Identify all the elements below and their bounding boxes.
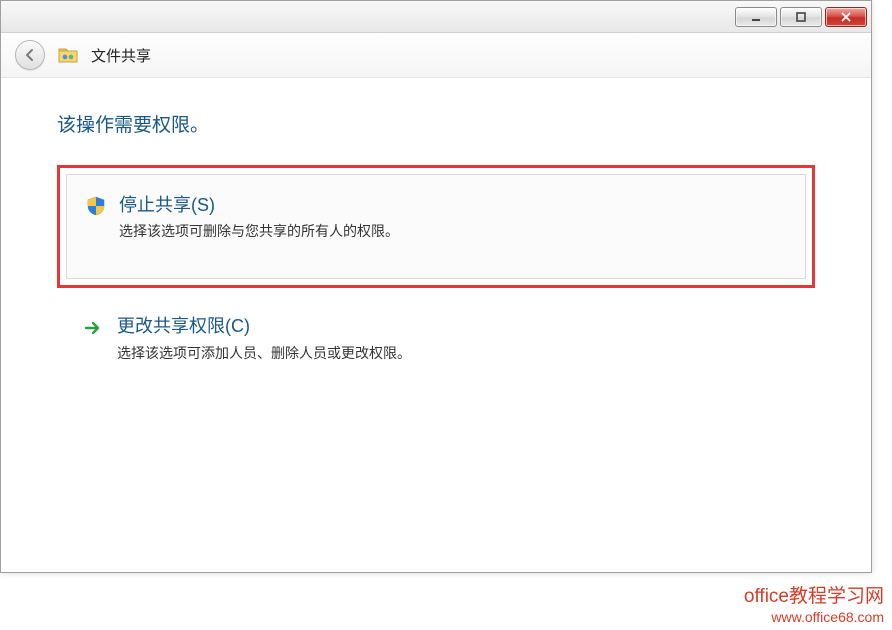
arrow-right-icon (83, 318, 103, 338)
titlebar (1, 1, 871, 33)
stop-sharing-text: 停止共享(S) 选择该选项可删除与您共享的所有人的权限。 (119, 193, 399, 242)
uac-shield-icon (85, 195, 107, 217)
change-permissions-title: 更改共享权限(C) (117, 314, 411, 338)
change-permissions-desc: 选择该选项可添加人员、删除人员或更改权限。 (117, 343, 411, 364)
dialog-window: 文件共享 该操作需要权限。 停止共享(S) 选择该选项可删除与您共享的所有人的权… (0, 0, 872, 573)
page-heading: 该操作需要权限。 (57, 110, 815, 137)
watermark-text-2: www.office68.com (744, 609, 884, 627)
change-permissions-option[interactable]: 更改共享权限(C) 选择该选项可添加人员、删除人员或更改权限。 (57, 300, 815, 393)
content-area: 该操作需要权限。 停止共享(S) 选择该选项可删除与您共享的所有人的权限。 (1, 78, 871, 414)
watermark-text-1: office教程学习网 (744, 585, 884, 609)
back-button[interactable] (15, 40, 45, 70)
stop-sharing-option[interactable]: 停止共享(S) 选择该选项可删除与您共享的所有人的权限。 (66, 174, 806, 279)
window-title: 文件共享 (91, 45, 151, 66)
back-arrow-icon (22, 47, 38, 63)
minimize-button[interactable] (735, 7, 777, 27)
highlight-box: 停止共享(S) 选择该选项可删除与您共享的所有人的权限。 (57, 165, 815, 288)
stop-sharing-desc: 选择该选项可删除与您共享的所有人的权限。 (119, 221, 399, 242)
change-permissions-text: 更改共享权限(C) 选择该选项可添加人员、删除人员或更改权限。 (117, 314, 411, 363)
stop-sharing-title: 停止共享(S) (119, 193, 399, 217)
maximize-button[interactable] (780, 7, 822, 27)
watermark: office教程学习网 www.office68.com (744, 585, 884, 626)
toolbar: 文件共享 (1, 33, 871, 78)
file-sharing-icon (57, 44, 79, 66)
close-button[interactable] (825, 7, 867, 27)
